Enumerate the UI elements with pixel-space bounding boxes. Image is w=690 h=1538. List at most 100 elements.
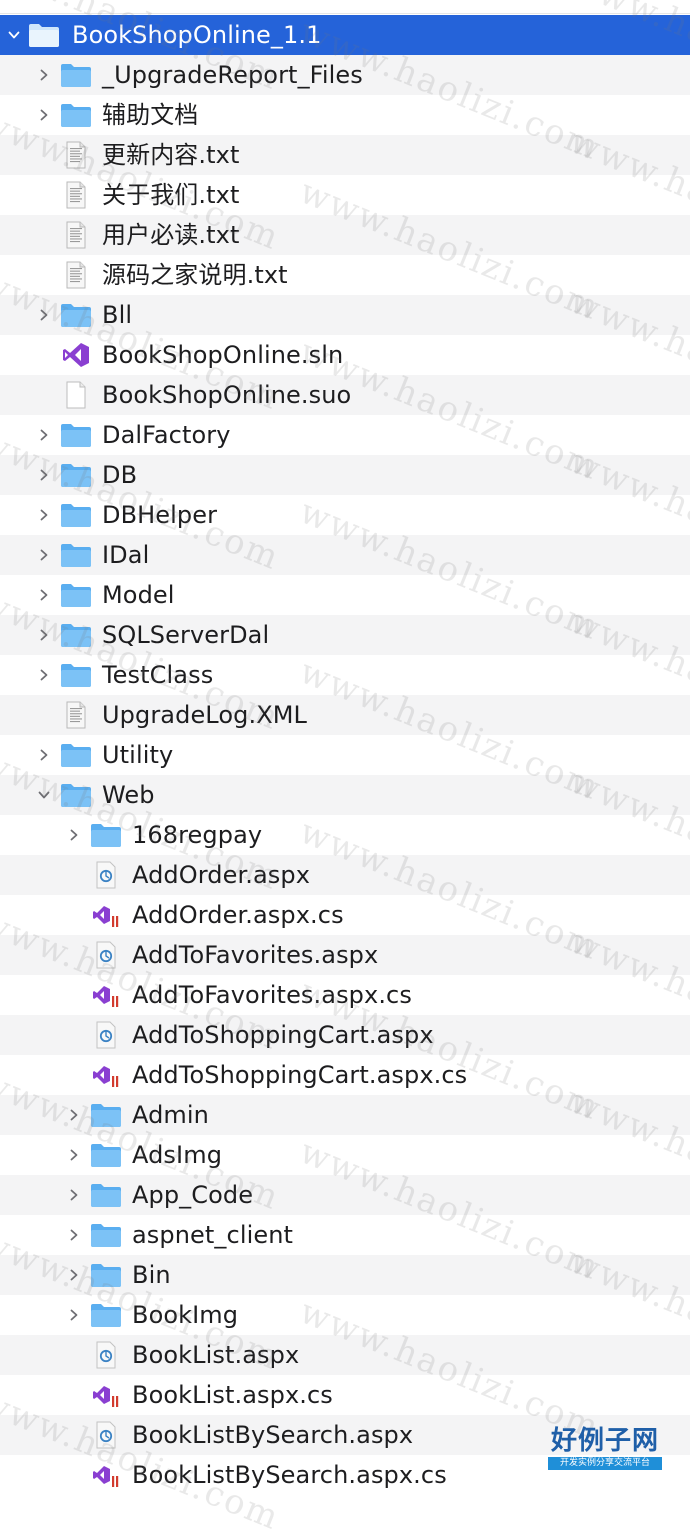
tree-folder-row[interactable]: IDal [0, 535, 690, 575]
logo-title: 好例子网 [550, 1426, 659, 1456]
tree-folder-row[interactable]: DalFactory [0, 415, 690, 455]
tree-item-label: 源码之家说明.txt [102, 261, 288, 289]
chevron-right-icon[interactable] [33, 415, 55, 455]
text-document-icon [60, 261, 92, 289]
tree-item-label: BookList.aspx.cs [132, 1381, 333, 1409]
tree-file-row[interactable]: AddToFavorites.aspx [0, 935, 690, 975]
tree-folder-row[interactable]: 辅助文档 [0, 95, 690, 135]
tree-item-label: 关于我们.txt [102, 181, 240, 209]
tree-item-label: _UpgradeReport_Files [102, 61, 363, 89]
tree-folder-row[interactable]: Bin [0, 1255, 690, 1295]
tree-item-label: AddToShoppingCart.aspx.cs [132, 1061, 468, 1089]
chevron-right-icon[interactable] [33, 655, 55, 695]
tree-item-label: Bll [102, 301, 133, 329]
tree-file-row[interactable]: 用户必读.txt [0, 215, 690, 255]
chevron-right-icon[interactable] [33, 95, 55, 135]
aspx-page-icon [90, 941, 122, 969]
tree-item-label: 更新内容.txt [102, 141, 240, 169]
tree-file-row[interactable]: BookList.aspx [0, 1335, 690, 1375]
folder-icon [60, 421, 92, 449]
folder-icon [90, 1221, 122, 1249]
chevron-right-icon[interactable] [63, 1255, 85, 1295]
chevron-right-icon[interactable] [33, 735, 55, 775]
tree-folder-row[interactable]: Utility [0, 735, 690, 775]
chevron-down-icon[interactable] [3, 15, 25, 55]
tree-file-row[interactable]: AddOrder.aspx [0, 855, 690, 895]
chevron-right-icon[interactable] [63, 1175, 85, 1215]
tree-file-row[interactable]: 源码之家说明.txt [0, 255, 690, 295]
tree-folder-row[interactable]: App_Code [0, 1175, 690, 1215]
chevron-right-icon[interactable] [63, 815, 85, 855]
chevron-down-icon[interactable] [33, 775, 55, 815]
text-document-icon [60, 181, 92, 209]
tree-file-row[interactable]: AddOrder.aspx.cs [0, 895, 690, 935]
tree-folder-row[interactable]: Admin [0, 1095, 690, 1135]
chevron-right-icon[interactable] [63, 1295, 85, 1335]
folder-icon [28, 21, 60, 49]
chevron-right-icon[interactable] [33, 535, 55, 575]
tree-item-label: AddOrder.aspx [132, 861, 311, 889]
text-document-icon [60, 701, 92, 729]
folder-icon [60, 461, 92, 489]
tree-file-row[interactable]: BookShopOnline.sln [0, 335, 690, 375]
text-document-icon [60, 141, 92, 169]
tree-folder-row[interactable]: TestClass [0, 655, 690, 695]
chevron-right-icon[interactable] [33, 575, 55, 615]
logo-subtitle: 开发实例分享交流平台 [548, 1457, 662, 1470]
folder-icon [90, 1141, 122, 1169]
tree-item-label: DB [102, 461, 138, 489]
chevron-right-icon[interactable] [33, 55, 55, 95]
chevron-right-icon[interactable] [63, 1095, 85, 1135]
tree-folder-row[interactable]: Web [0, 775, 690, 815]
tree-folder-row[interactable]: DBHelper [0, 495, 690, 535]
chevron-right-icon[interactable] [63, 1135, 85, 1175]
tree-folder-row[interactable]: Bll [0, 295, 690, 335]
tree-item-label: TestClass [102, 661, 214, 689]
blank-document-icon [60, 381, 92, 409]
tree-file-row[interactable]: BookShopOnline.suo [0, 375, 690, 415]
tree-file-row[interactable]: BookList.aspx.cs [0, 1375, 690, 1415]
chevron-right-icon[interactable] [63, 1215, 85, 1255]
tree-item-label: Model [102, 581, 175, 609]
tree-file-row[interactable]: AddToShoppingCart.aspx [0, 1015, 690, 1055]
tree-item-label: BookShopOnline.suo [102, 381, 352, 409]
visual-studio-solution-icon [60, 341, 92, 369]
tree-folder-row[interactable]: Model [0, 575, 690, 615]
csharp-file-icon [90, 981, 122, 1009]
site-logo: 好例子网 开发实例分享交流平台 [548, 1426, 662, 1472]
folder-icon [60, 61, 92, 89]
tree-folder-row[interactable]: SQLServerDal [0, 615, 690, 655]
csharp-file-icon [90, 1381, 122, 1409]
tree-item-label: 辅助文档 [102, 101, 199, 129]
chevron-right-icon[interactable] [33, 455, 55, 495]
folder-icon [90, 1301, 122, 1329]
tree-item-label: SQLServerDal [102, 621, 270, 649]
tree-folder-row[interactable]: aspnet_client [0, 1215, 690, 1255]
tree-item-label: IDal [102, 541, 150, 569]
tree-folder-row[interactable]: AdsImg [0, 1135, 690, 1175]
tree-item-label: DBHelper [102, 501, 218, 529]
chevron-right-icon[interactable] [33, 295, 55, 335]
tree-folder-row[interactable]: DB [0, 455, 690, 495]
aspx-page-icon [90, 1421, 122, 1449]
tree-file-row[interactable]: AddToShoppingCart.aspx.cs [0, 1055, 690, 1095]
folder-icon [60, 501, 92, 529]
tree-folder-row[interactable]: 168regpay [0, 815, 690, 855]
chevron-right-icon[interactable] [33, 495, 55, 535]
tree-folder-row[interactable]: _UpgradeReport_Files [0, 55, 690, 95]
tree-folder-row[interactable]: BookShopOnline_1.1 [0, 15, 690, 55]
tree-item-label: UpgradeLog.XML [102, 701, 308, 729]
aspx-page-icon [90, 861, 122, 889]
folder-icon [90, 1101, 122, 1129]
tree-item-label: BookImg [132, 1301, 239, 1329]
tree-file-row[interactable]: AddToFavorites.aspx.cs [0, 975, 690, 1015]
tree-file-row[interactable]: UpgradeLog.XML [0, 695, 690, 735]
tree-folder-row[interactable]: BookImg [0, 1295, 690, 1335]
tree-file-row[interactable]: 关于我们.txt [0, 175, 690, 215]
tree-file-row[interactable]: 更新内容.txt [0, 135, 690, 175]
chevron-right-icon[interactable] [33, 615, 55, 655]
tree-item-label: AddToShoppingCart.aspx [132, 1021, 434, 1049]
tree-item-label: Bin [132, 1261, 171, 1289]
folder-icon [90, 821, 122, 849]
folder-icon [60, 741, 92, 769]
